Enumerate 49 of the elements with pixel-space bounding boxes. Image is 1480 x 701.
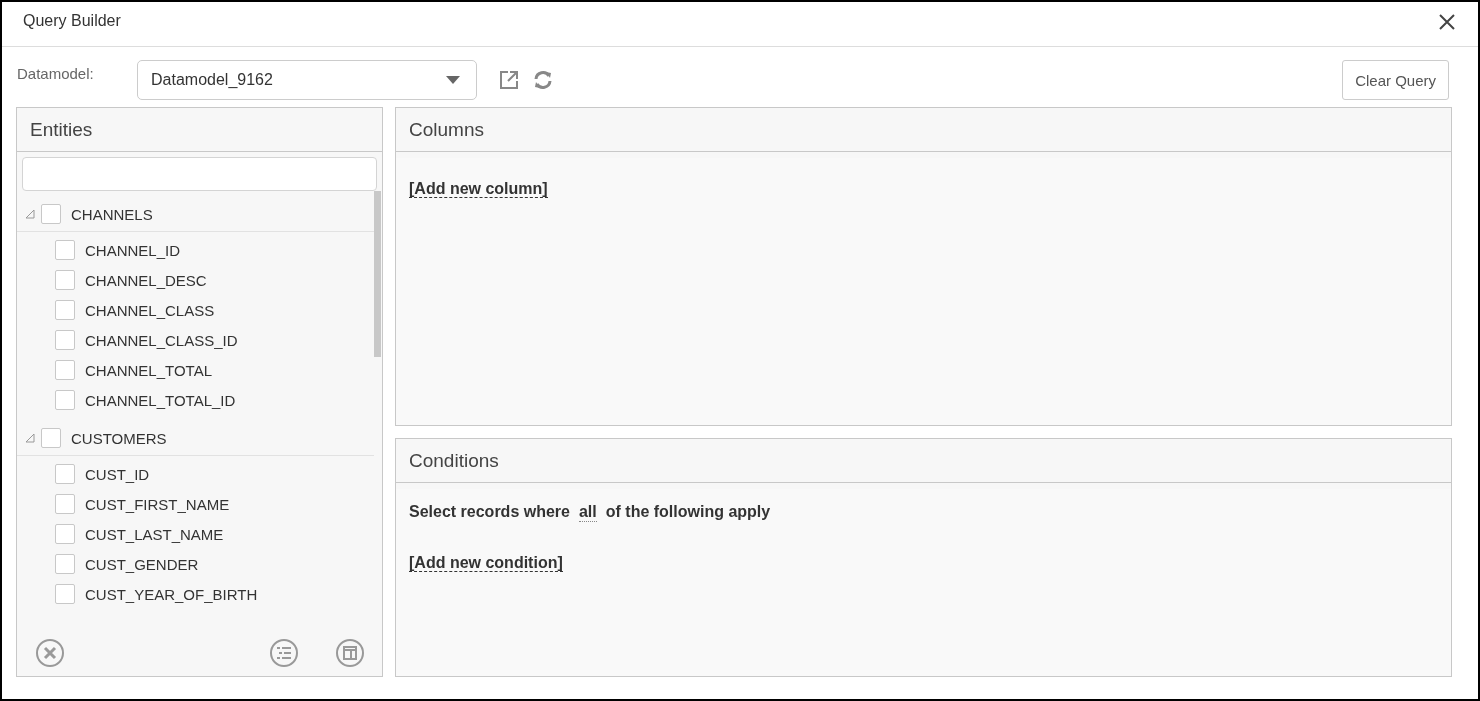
clear-icon[interactable] xyxy=(35,638,65,668)
field-name: CHANNEL_CLASS_ID xyxy=(85,331,238,349)
checkbox[interactable] xyxy=(55,330,75,350)
layout-icon[interactable] xyxy=(335,638,365,668)
caret-icon xyxy=(446,76,460,84)
entity-name: CUSTOMERS xyxy=(71,429,167,447)
checkbox[interactable] xyxy=(55,360,75,380)
field-name: CHANNEL_DESC xyxy=(85,271,207,289)
checkbox[interactable] xyxy=(55,524,75,544)
field-name: CHANNEL_TOTAL xyxy=(85,361,212,379)
checkbox[interactable] xyxy=(55,494,75,514)
checkbox[interactable] xyxy=(55,270,75,290)
search-field[interactable] xyxy=(22,157,377,191)
clear-query-button[interactable]: Clear Query xyxy=(1342,60,1449,100)
field-name: CHANNEL_TOTAL_ID xyxy=(85,391,236,409)
expand-arrow-icon[interactable] xyxy=(25,209,35,219)
panel-title: Columns xyxy=(409,118,484,141)
entity-name: CHANNELS xyxy=(71,205,153,223)
list-icon[interactable] xyxy=(269,638,299,668)
field-name: CUST_GENDER xyxy=(85,555,199,573)
condition-text: Select records where xyxy=(409,503,570,522)
condition-text: of the following apply xyxy=(605,503,771,522)
checkbox[interactable] xyxy=(55,554,75,574)
add-column-link[interactable]: [Add new column] xyxy=(409,180,548,198)
checkbox[interactable] xyxy=(55,390,75,410)
checkbox[interactable] xyxy=(55,300,75,320)
add-condition-link[interactable]: [Add new condition] xyxy=(409,554,563,572)
close-icon[interactable] xyxy=(1438,13,1456,31)
checkbox[interactable] xyxy=(41,204,61,224)
datamodel-label: Datamodel: xyxy=(17,64,95,82)
expand-arrow-icon[interactable] xyxy=(25,433,35,443)
field-name: CUST_YEAR_OF_BIRTH xyxy=(85,585,258,603)
quantifier-link[interactable]: all xyxy=(578,503,597,522)
scrollbar[interactable] xyxy=(374,191,381,357)
field-name: CUST_FIRST_NAME xyxy=(85,495,230,513)
datamodel-dropdown[interactable]: Datamodel_9162 xyxy=(137,60,477,100)
external-link-icon[interactable] xyxy=(499,70,519,90)
field-name: CUST_LAST_NAME xyxy=(85,525,224,543)
checkbox[interactable] xyxy=(55,464,75,484)
field-name: CHANNEL_ID xyxy=(85,241,181,259)
refresh-icon[interactable] xyxy=(533,70,553,90)
panel-title: Conditions xyxy=(409,449,499,472)
panel-title: Entities xyxy=(30,118,93,141)
checkbox[interactable] xyxy=(41,428,61,448)
field-name: CUST_ID xyxy=(85,465,150,483)
checkbox[interactable] xyxy=(55,240,75,260)
window-title: Query Builder xyxy=(23,12,121,30)
checkbox[interactable] xyxy=(55,584,75,604)
field-name: CHANNEL_CLASS xyxy=(85,301,215,319)
